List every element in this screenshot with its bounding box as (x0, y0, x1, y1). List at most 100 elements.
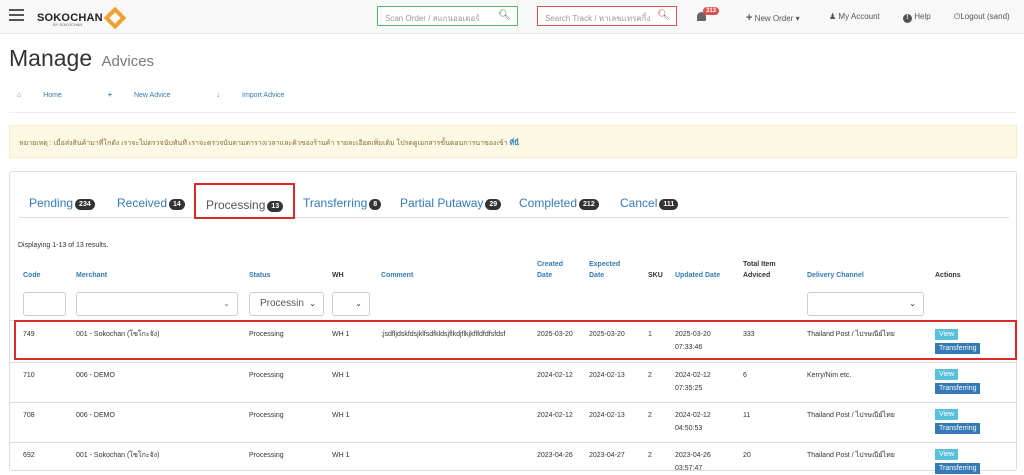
col-sku: SKU (648, 272, 663, 279)
logout-label: Logout (sand) (960, 12, 1010, 21)
search-track-input[interactable]: Search Track / หาเลขแทรคกิ้ง 🔍︎ (537, 6, 677, 26)
cell-wh: WH 1 (332, 372, 350, 379)
cell-sku: 2 (648, 412, 652, 419)
page-actions: ⌂ Home + New Advice ↓ Import Advice (17, 92, 328, 99)
tab-label: Cancel (620, 196, 658, 210)
new-order-label: New Order (754, 14, 794, 23)
help-link[interactable]: ! Help (903, 12, 931, 23)
user-icon: ♟ (829, 12, 837, 21)
divider (9, 112, 1017, 113)
new-order-dropdown[interactable]: + New Order ▾ (746, 12, 800, 24)
cell-total: 20 (743, 452, 751, 459)
cell-expected: 2024-02-13 (589, 372, 625, 379)
cell-delivery: Thailand Post / ไปรษณีย์ไทย (807, 452, 895, 459)
col-wh: WH (332, 272, 344, 279)
top-navbar: SOKOCHAN BY SOKOCHAN Scan Order / สแกนออ… (0, 0, 1024, 34)
cell-merchant: 001 - Sokochan (โซโกะจัง) (76, 452, 160, 459)
page-title: Manage Advices (9, 45, 154, 72)
search-icon[interactable]: 🔍︎ (498, 10, 511, 21)
cell-status: Processing (249, 452, 284, 459)
cell-total: 11 (743, 412, 751, 419)
status-filter-value: Processin (260, 298, 304, 309)
cell-code: 710 (23, 372, 35, 379)
status-filter-select[interactable]: Processin ⌄ (249, 292, 324, 316)
results-summary: Displaying 1-13 of 13 results. (18, 242, 109, 249)
tab-count-badge: 29 (485, 199, 502, 210)
plus-icon: + (107, 92, 112, 99)
col-status[interactable]: Status (249, 270, 270, 281)
tab-processing[interactable]: Processing 13 (194, 183, 296, 219)
tab-count-badge: 234 (75, 199, 95, 210)
cell-created: 2024-02-12 (537, 412, 573, 419)
page-title-main: Manage (9, 45, 93, 71)
tab-label: Partial Putaway (400, 196, 484, 210)
highlight-frame (14, 320, 1017, 360)
delivery-filter-select[interactable]: ⌄ (807, 292, 924, 316)
cell-merchant: 006 - DEMO (76, 372, 115, 379)
table-row: 708 006 - DEMO Processing WH 1 2024-02-1… (10, 402, 1016, 442)
notification-badge: 313 (703, 7, 720, 15)
new-advice-label: New Advice (133, 92, 171, 99)
import-advice-label: Import Advice (242, 92, 285, 99)
logo-diamond-icon (103, 6, 127, 30)
transferring-button[interactable]: Transferring (935, 423, 981, 434)
tab-cancel[interactable]: Cancel 111 (620, 196, 679, 210)
cell-updated: 2024-02-12 04:50:53 (675, 412, 711, 432)
transferring-button[interactable]: Transferring (935, 383, 981, 394)
alert-link[interactable]: ที่นี่ (510, 140, 519, 147)
search-icon[interactable]: 🔍︎ (657, 10, 670, 21)
scan-order-input[interactable]: Scan Order / สแกนออเดอร์ 🔍︎ (377, 6, 518, 26)
tab-transferring[interactable]: Transferring 8 (303, 196, 382, 210)
tab-count-badge: 14 (169, 199, 185, 210)
col-total-item: Total Item Adviced (743, 261, 776, 279)
tab-count-badge: 13 (267, 201, 284, 212)
help-icon: ! (903, 14, 912, 23)
table-row: 710 006 - DEMO Processing WH 1 2024-02-1… (10, 362, 1016, 402)
my-account-link[interactable]: ♟ My Account (829, 12, 880, 21)
menu-icon[interactable] (9, 9, 24, 22)
col-merchant[interactable]: Merchant (76, 270, 107, 281)
warning-alert: หมายเหตุ : เมื่อส่งสินค้ามาที่โกดัง เราจ… (9, 125, 1017, 158)
home-link[interactable]: ⌂ Home (17, 92, 84, 99)
view-button[interactable]: View (935, 409, 959, 420)
col-created-date[interactable]: Created Date (537, 259, 577, 281)
table-row: 692 001 - Sokochan (โซโกะจัง) Processing… (10, 442, 1016, 474)
logo[interactable]: SOKOCHAN BY SOKOCHAN (37, 6, 127, 30)
tab-received[interactable]: Received 14 (117, 196, 185, 210)
cell-updated: 2024-02-12 07:35:25 (675, 372, 711, 392)
tab-label: Received (117, 196, 168, 210)
tab-pending[interactable]: Pending 234 (29, 196, 95, 210)
col-expected-date[interactable]: Expected Date (589, 259, 629, 281)
cell-code: 708 (23, 412, 35, 419)
tab-count-badge: 8 (369, 199, 382, 210)
page-subtitle: Advices (101, 53, 155, 70)
search-track-placeholder: Search Track / หาเลขแทรคกิ้ง (545, 14, 651, 23)
import-advice-link[interactable]: ↓ Import Advice (217, 92, 307, 99)
view-button[interactable]: View (935, 369, 959, 380)
col-comment[interactable]: Comment (381, 270, 413, 281)
help-label: Help (914, 12, 931, 21)
tab-completed[interactable]: Completed 212 (519, 196, 599, 210)
arrow-down-icon: ↓ (216, 92, 221, 99)
cell-wh: WH 1 (332, 452, 350, 459)
alert-text: หมายเหตุ : เมื่อส่งสินค้ามาที่โกดัง เราจ… (19, 140, 508, 147)
merchant-filter-select[interactable]: ⌄ (76, 292, 238, 316)
col-delivery-channel[interactable]: Delivery Channel (807, 270, 864, 281)
chevron-down-icon: ⌄ (355, 299, 362, 308)
cell-sku: 2 (648, 452, 652, 459)
cell-total: 6 (743, 372, 747, 379)
wh-filter-select[interactable]: ⌄ (332, 292, 370, 316)
tab-label: Transferring (303, 196, 368, 210)
transferring-button[interactable]: Transferring (935, 463, 981, 474)
col-updated-date[interactable]: Updated Date (675, 270, 720, 281)
logout-link[interactable]: ⏻Logout (sand) (954, 12, 1010, 22)
tab-partial-putaway[interactable]: Partial Putaway 29 (400, 196, 502, 210)
col-code[interactable]: Code (23, 270, 41, 281)
code-filter-input[interactable] (23, 292, 66, 316)
cell-merchant: 006 - DEMO (76, 412, 115, 419)
cell-expected: 2024-02-13 (589, 412, 625, 419)
cell-code: 692 (23, 452, 35, 459)
new-advice-link[interactable]: + New Advice (108, 92, 193, 99)
col-actions: Actions (935, 272, 961, 279)
view-button[interactable]: View (935, 449, 959, 460)
